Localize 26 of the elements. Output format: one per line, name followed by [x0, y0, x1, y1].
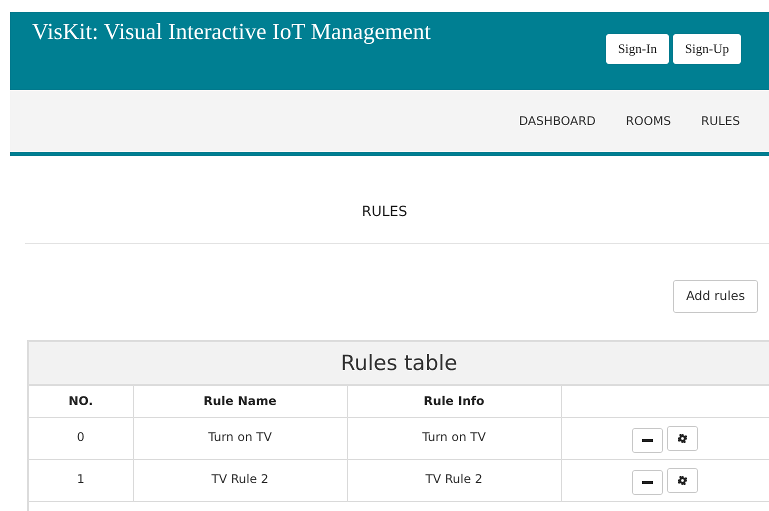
column-header: Rule Name	[133, 385, 347, 418]
minus-icon	[642, 480, 654, 485]
settings-button[interactable]	[667, 468, 698, 493]
header-button[interactable]: Sign-Up	[672, 34, 741, 64]
table-cell: 0	[29, 417, 133, 460]
remove-button[interactable]	[632, 428, 664, 454]
nav-link[interactable]: RULES	[686, 112, 755, 130]
settings-icon	[678, 434, 688, 443]
column-header: NO.	[29, 385, 133, 418]
table-cell: TV Rule 2	[133, 459, 347, 502]
table-cell: 1	[29, 459, 133, 502]
column-header: Rule Info	[347, 385, 561, 418]
page-title: RULES	[360, 203, 408, 222]
nav-link[interactable]: DASHBOARD	[504, 112, 611, 130]
table-cell: Turn on TV	[133, 417, 347, 460]
header-button[interactable]: Sign-In	[606, 34, 669, 64]
table-title: Rules table	[29, 342, 769, 385]
table-cell: TV Rule 2	[347, 459, 561, 502]
settings-icon	[678, 476, 688, 485]
app-title: VisKit: Visual Interactive IoT Management	[32, 18, 431, 46]
table-cell: Turn on TV	[347, 417, 561, 460]
settings-button[interactable]	[667, 426, 698, 451]
minus-icon	[642, 438, 654, 443]
remove-button[interactable]	[632, 470, 664, 496]
nav-link[interactable]: ROOMS	[610, 112, 686, 130]
add-rules-button[interactable]: Add rules	[673, 280, 758, 313]
